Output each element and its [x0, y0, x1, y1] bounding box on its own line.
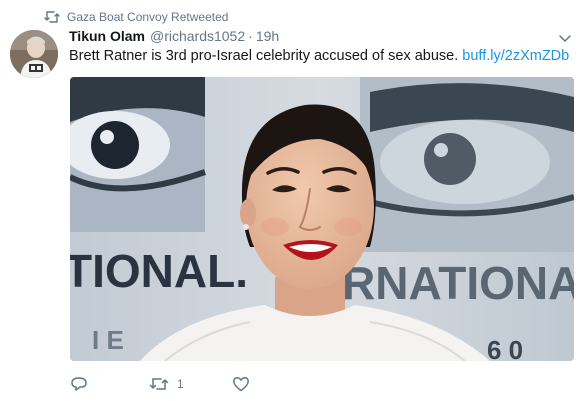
retweet-context: Gaza Boat Convoy Retweeted [44, 8, 228, 26]
like-button[interactable] [232, 376, 250, 392]
separator-dot: · [248, 28, 253, 44]
reply-button[interactable] [70, 376, 149, 392]
tweet[interactable]: Gaza Boat Convoy Retweeted Tikun Olam @r… [0, 0, 581, 401]
tweet-link[interactable]: buff.ly/2zXmZDb [462, 48, 569, 64]
retweet-count: 1 [177, 377, 184, 391]
heart-icon [233, 377, 249, 392]
avatar-image [10, 30, 58, 78]
retweet-icon [44, 11, 60, 23]
tweet-actions: 1 [70, 373, 250, 395]
retweet-icon [149, 378, 169, 390]
backdrop-text-left: TIONAL. [70, 245, 248, 297]
tweet-photo[interactable]: TIONAL. RNATIONAL I E 6 0 [70, 77, 574, 361]
photo-image: TIONAL. RNATIONAL I E 6 0 [70, 77, 574, 361]
tweet-text: Brett Ratner is 3rd pro-Israel celebrity… [69, 48, 569, 64]
backdrop-text-right: RNATIONAL [342, 257, 574, 309]
backdrop-text-bottom-left: I E [92, 325, 124, 355]
chevron-down-icon[interactable] [559, 33, 571, 43]
display-name[interactable]: Tikun Olam [69, 28, 145, 44]
reply-icon [71, 377, 87, 391]
tweet-timestamp[interactable]: 19h [256, 28, 279, 44]
retweet-button[interactable]: 1 [149, 376, 232, 392]
user-handle[interactable]: @richards1052 [150, 28, 245, 44]
tweet-body: Brett Ratner is 3rd pro-Israel celebrity… [69, 48, 459, 64]
avatar[interactable] [10, 30, 58, 78]
backdrop-text-bottom-right: 6 0 [487, 335, 523, 361]
tweet-header: Tikun Olam @richards1052 · 19h [69, 28, 279, 48]
retweet-context-text[interactable]: Gaza Boat Convoy Retweeted [67, 10, 228, 24]
